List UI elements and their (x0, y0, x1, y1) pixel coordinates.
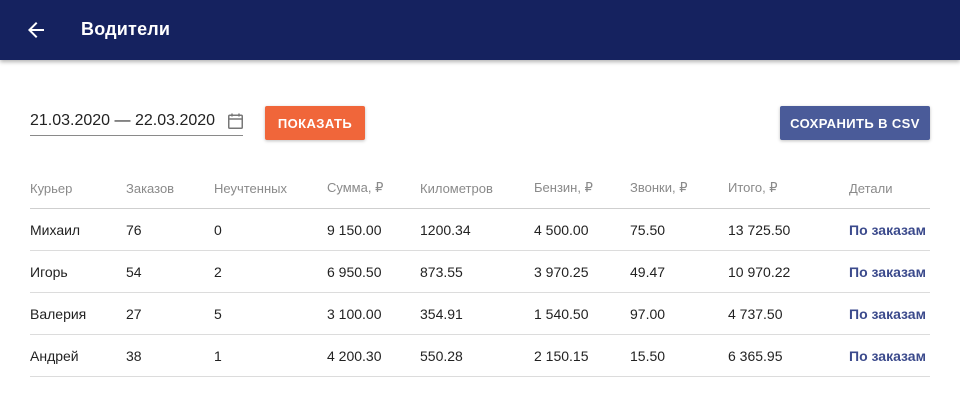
courier-cell: Валерия (30, 305, 87, 322)
calls-cell: 97.00 (630, 305, 666, 322)
date-range-field[interactable]: 21.03.2020 — 22.03.2020 (30, 106, 243, 136)
fuel-cell: 1 540.50 (534, 305, 589, 322)
kilometers-cell: 873.55 (420, 263, 463, 280)
details-link[interactable]: По заказам (849, 251, 926, 292)
fuel-cell: 2 150.15 (534, 347, 589, 364)
unaccounted-cell: 1 (214, 347, 222, 364)
column-header-unaccounted: Неучтенных (214, 180, 287, 196)
column-header-calls: Звонки, ₽ (630, 180, 688, 195)
column-header-kilometers: Километров (420, 180, 493, 196)
courier-cell: Андрей (30, 347, 79, 364)
table-row: Валерия 27 5 3 100.00 354.91 1 540.50 97… (30, 293, 930, 335)
total-cell: 10 970.22 (728, 263, 791, 280)
calls-cell: 15.50 (630, 347, 666, 364)
calendar-icon[interactable] (228, 113, 243, 129)
app-bar: Водители (0, 0, 960, 60)
sum-cell: 3 100.00 (327, 305, 382, 322)
fuel-cell: 4 500.00 (534, 221, 589, 238)
orders-cell: 27 (126, 305, 142, 322)
column-header-fuel: Бензин, ₽ (534, 180, 593, 195)
arrow-left-icon (28, 22, 44, 38)
page-title: Водители (81, 19, 171, 39)
calls-cell: 75.50 (630, 221, 666, 238)
column-header-total: Итого, ₽ (728, 180, 778, 195)
drivers-table: Курьер Заказов Неучтенных Сумма, ₽ Килом… (30, 168, 930, 377)
sum-cell: 9 150.00 (327, 221, 382, 238)
column-header-details: Детали (849, 180, 893, 196)
details-link[interactable]: По заказам (849, 335, 926, 376)
unaccounted-cell: 2 (214, 263, 222, 280)
total-cell: 6 365.95 (728, 347, 783, 364)
export-csv-button[interactable]: Сохранить в CSV (780, 106, 930, 140)
kilometers-cell: 354.91 (420, 305, 463, 322)
back-button[interactable] (24, 18, 48, 42)
sum-cell: 4 200.30 (327, 347, 382, 364)
column-header-orders: Заказов (126, 180, 175, 196)
orders-cell: 38 (126, 347, 142, 364)
kilometers-cell: 550.28 (420, 347, 463, 364)
fuel-cell: 3 970.25 (534, 263, 589, 280)
kilometers-cell: 1200.34 (420, 221, 471, 238)
table-header-row: Курьер Заказов Неучтенных Сумма, ₽ Килом… (30, 168, 930, 209)
orders-cell: 76 (126, 221, 142, 238)
courier-cell: Игорь (30, 263, 68, 280)
sum-cell: 6 950.50 (327, 263, 382, 280)
column-header-courier: Курьер (30, 180, 73, 196)
details-link[interactable]: По заказам (849, 209, 926, 250)
show-button[interactable]: Показать (265, 106, 365, 140)
table-row: Игорь 54 2 6 950.50 873.55 3 970.25 49.4… (30, 251, 930, 293)
table-row: Михаил 76 0 9 150.00 1200.34 4 500.00 75… (30, 209, 930, 251)
total-cell: 4 737.50 (728, 305, 783, 322)
calls-cell: 49.47 (630, 263, 666, 280)
courier-cell: Михаил (30, 221, 81, 238)
table-row: Андрей 38 1 4 200.30 550.28 2 150.15 15.… (30, 335, 930, 377)
column-header-sum: Сумма, ₽ (327, 180, 384, 195)
orders-cell: 54 (126, 263, 142, 280)
unaccounted-cell: 0 (214, 221, 222, 238)
unaccounted-cell: 5 (214, 305, 222, 322)
total-cell: 13 725.50 (728, 221, 791, 238)
details-link[interactable]: По заказам (849, 293, 926, 334)
date-range-value: 21.03.2020 — 22.03.2020 (30, 112, 216, 129)
